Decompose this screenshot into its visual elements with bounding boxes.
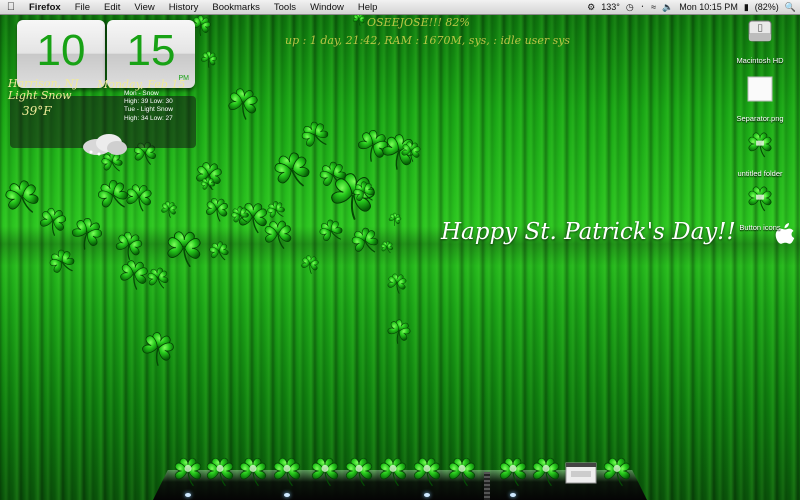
temperature-icon[interactable]: ⚙ bbox=[587, 2, 595, 13]
desktop-icon-separator[interactable]: Separator.png bbox=[725, 75, 795, 126]
dock-running-indicator bbox=[424, 493, 430, 497]
desktop-icon-untitled-folder[interactable]: untitled folder bbox=[725, 130, 795, 181]
weather-temperature: 39°F bbox=[22, 104, 52, 118]
shamrock-icon bbox=[125, 183, 153, 212]
shamrock-icon bbox=[380, 240, 394, 255]
shamrock-folder-icon bbox=[532, 457, 560, 487]
dock-item-photos[interactable] bbox=[309, 455, 341, 487]
menu-help[interactable]: Help bbox=[351, 2, 385, 13]
menu-window[interactable]: Window bbox=[303, 2, 351, 13]
menu-tools[interactable]: Tools bbox=[267, 2, 303, 13]
shamrock-gear-icon bbox=[413, 457, 441, 487]
dock-item-itunes[interactable] bbox=[343, 455, 375, 487]
menu-edit[interactable]: Edit bbox=[97, 2, 127, 13]
shamrock-icon bbox=[166, 230, 202, 268]
dock-item-safari[interactable] bbox=[237, 455, 269, 487]
cloud-icon bbox=[83, 134, 127, 156]
menu-app-firefox[interactable]: Firefox bbox=[22, 2, 68, 13]
bluetooth-icon[interactable]: ᛫ bbox=[640, 2, 645, 12]
dock-item-firefox[interactable] bbox=[271, 455, 303, 487]
clock-minutes: 15 bbox=[126, 26, 176, 75]
shamrock-folder-icon bbox=[748, 132, 772, 158]
forecast-line: High: 34 Low: 27 bbox=[124, 114, 173, 122]
menu-clock[interactable]: Mon 10:15 PM bbox=[679, 2, 738, 12]
dock-running-indicator bbox=[185, 493, 191, 497]
desktop-icon-label: Button icons bbox=[739, 223, 781, 232]
apple-menu-icon[interactable]:  bbox=[0, 1, 22, 13]
weather-location: Harrison, NJ Light Snow bbox=[8, 78, 79, 102]
dock-running-indicator bbox=[510, 493, 516, 497]
shamrock-pencil-icon bbox=[379, 457, 407, 487]
desktop-icon-button-icons[interactable]: Button icons bbox=[725, 184, 795, 235]
menu-view[interactable]: View bbox=[127, 2, 161, 13]
dock-item-applications[interactable] bbox=[497, 455, 529, 487]
shamrock-trash-icon bbox=[603, 457, 631, 487]
menu-bar:  Firefox File Edit View History Bookmar… bbox=[0, 0, 800, 15]
shamrock-firefox-icon bbox=[273, 457, 301, 487]
dock-item-finder[interactable] bbox=[172, 455, 204, 487]
system-info-overlay: OSEEJOSE!!! 82% up : 1 day, 21:42, RAM :… bbox=[285, 14, 605, 50]
cpu-temp-status[interactable]: 133° bbox=[601, 2, 620, 12]
forecast-line: Tue - Light Snow bbox=[124, 106, 173, 114]
dock-item-iphoto[interactable] bbox=[446, 455, 478, 487]
spotlight-search-icon[interactable]: 🔍 bbox=[785, 2, 796, 13]
dock-item-mail[interactable] bbox=[204, 455, 236, 487]
menu-extras: ⚙ 133° ◷ ᛫ ≈ 🔈 Mon 10:15 PM ▮ (82%) 🔍 bbox=[587, 0, 796, 14]
image-file-icon bbox=[747, 76, 773, 102]
shamrock-camera-icon bbox=[311, 457, 339, 487]
menu-history[interactable]: History bbox=[162, 2, 206, 13]
menu-file[interactable]: File bbox=[68, 2, 97, 13]
desktop-icon-label: Macintosh HD bbox=[736, 56, 784, 65]
forecast-line: High: 39 Low: 30 bbox=[124, 98, 173, 106]
forecast-line: Mon - Snow bbox=[124, 90, 159, 97]
menu-bookmarks[interactable]: Bookmarks bbox=[205, 2, 267, 13]
shamrock-folder-icon bbox=[499, 457, 527, 487]
dock-item-textedit[interactable] bbox=[377, 455, 409, 487]
shamrock-icon bbox=[226, 86, 260, 122]
battery-percent[interactable]: (82%) bbox=[755, 2, 779, 12]
shamrock-icon bbox=[400, 140, 422, 163]
dock-item-system-preferences[interactable] bbox=[411, 455, 443, 487]
desktop-icon-label: untitled folder bbox=[737, 169, 783, 178]
desktop-icon-label: Separator.png bbox=[736, 114, 784, 123]
greeting-text: Happy St. Patrick's Day!! bbox=[441, 219, 736, 245]
window-thumbnail-icon bbox=[565, 462, 597, 484]
volume-icon[interactable]: 🔈 bbox=[662, 2, 673, 13]
dock-separator bbox=[484, 472, 490, 500]
wifi-icon[interactable]: ≈ bbox=[651, 2, 656, 12]
shamrock-mail-icon bbox=[206, 457, 234, 487]
desktop-icon-macintosh-hd[interactable]:  Macintosh HD bbox=[725, 17, 795, 68]
weather-forecast: Mon - Snow High: 39 Low: 30 Tue - Light … bbox=[124, 90, 173, 123]
shamrock-headphones-icon bbox=[345, 457, 373, 487]
sysinfo-line1: OSEEJOSE!!! 82% bbox=[367, 16, 470, 29]
battery-icon[interactable]: ▮ bbox=[744, 2, 749, 13]
shamrock-finder-icon bbox=[174, 457, 202, 487]
shamrock-folder-icon bbox=[748, 186, 772, 212]
time-machine-icon[interactable]: ◷ bbox=[626, 2, 634, 13]
dock-item-documents[interactable] bbox=[530, 455, 562, 487]
shamrock-globe-icon bbox=[239, 457, 267, 487]
dock-item-trash[interactable] bbox=[601, 455, 633, 487]
sysinfo-line2: up : 1 day, 21:42, RAM : 1670M, sys, : i… bbox=[285, 34, 571, 47]
clock-hours: 10 bbox=[36, 26, 86, 75]
shamrock-icon bbox=[264, 220, 292, 250]
svg-text::  bbox=[758, 23, 763, 32]
hard-drive-icon:  bbox=[748, 20, 772, 42]
dock-item-preview-window[interactable] bbox=[565, 455, 597, 487]
shamrock-icon bbox=[146, 266, 170, 291]
weather-condition: Light Snow bbox=[8, 89, 72, 102]
shamrock-icon bbox=[386, 272, 408, 295]
shamrock-photos-icon bbox=[448, 457, 476, 487]
dock-running-indicator bbox=[284, 493, 290, 497]
shamrock-icon bbox=[160, 200, 178, 219]
shamrock-icon bbox=[299, 254, 320, 275]
